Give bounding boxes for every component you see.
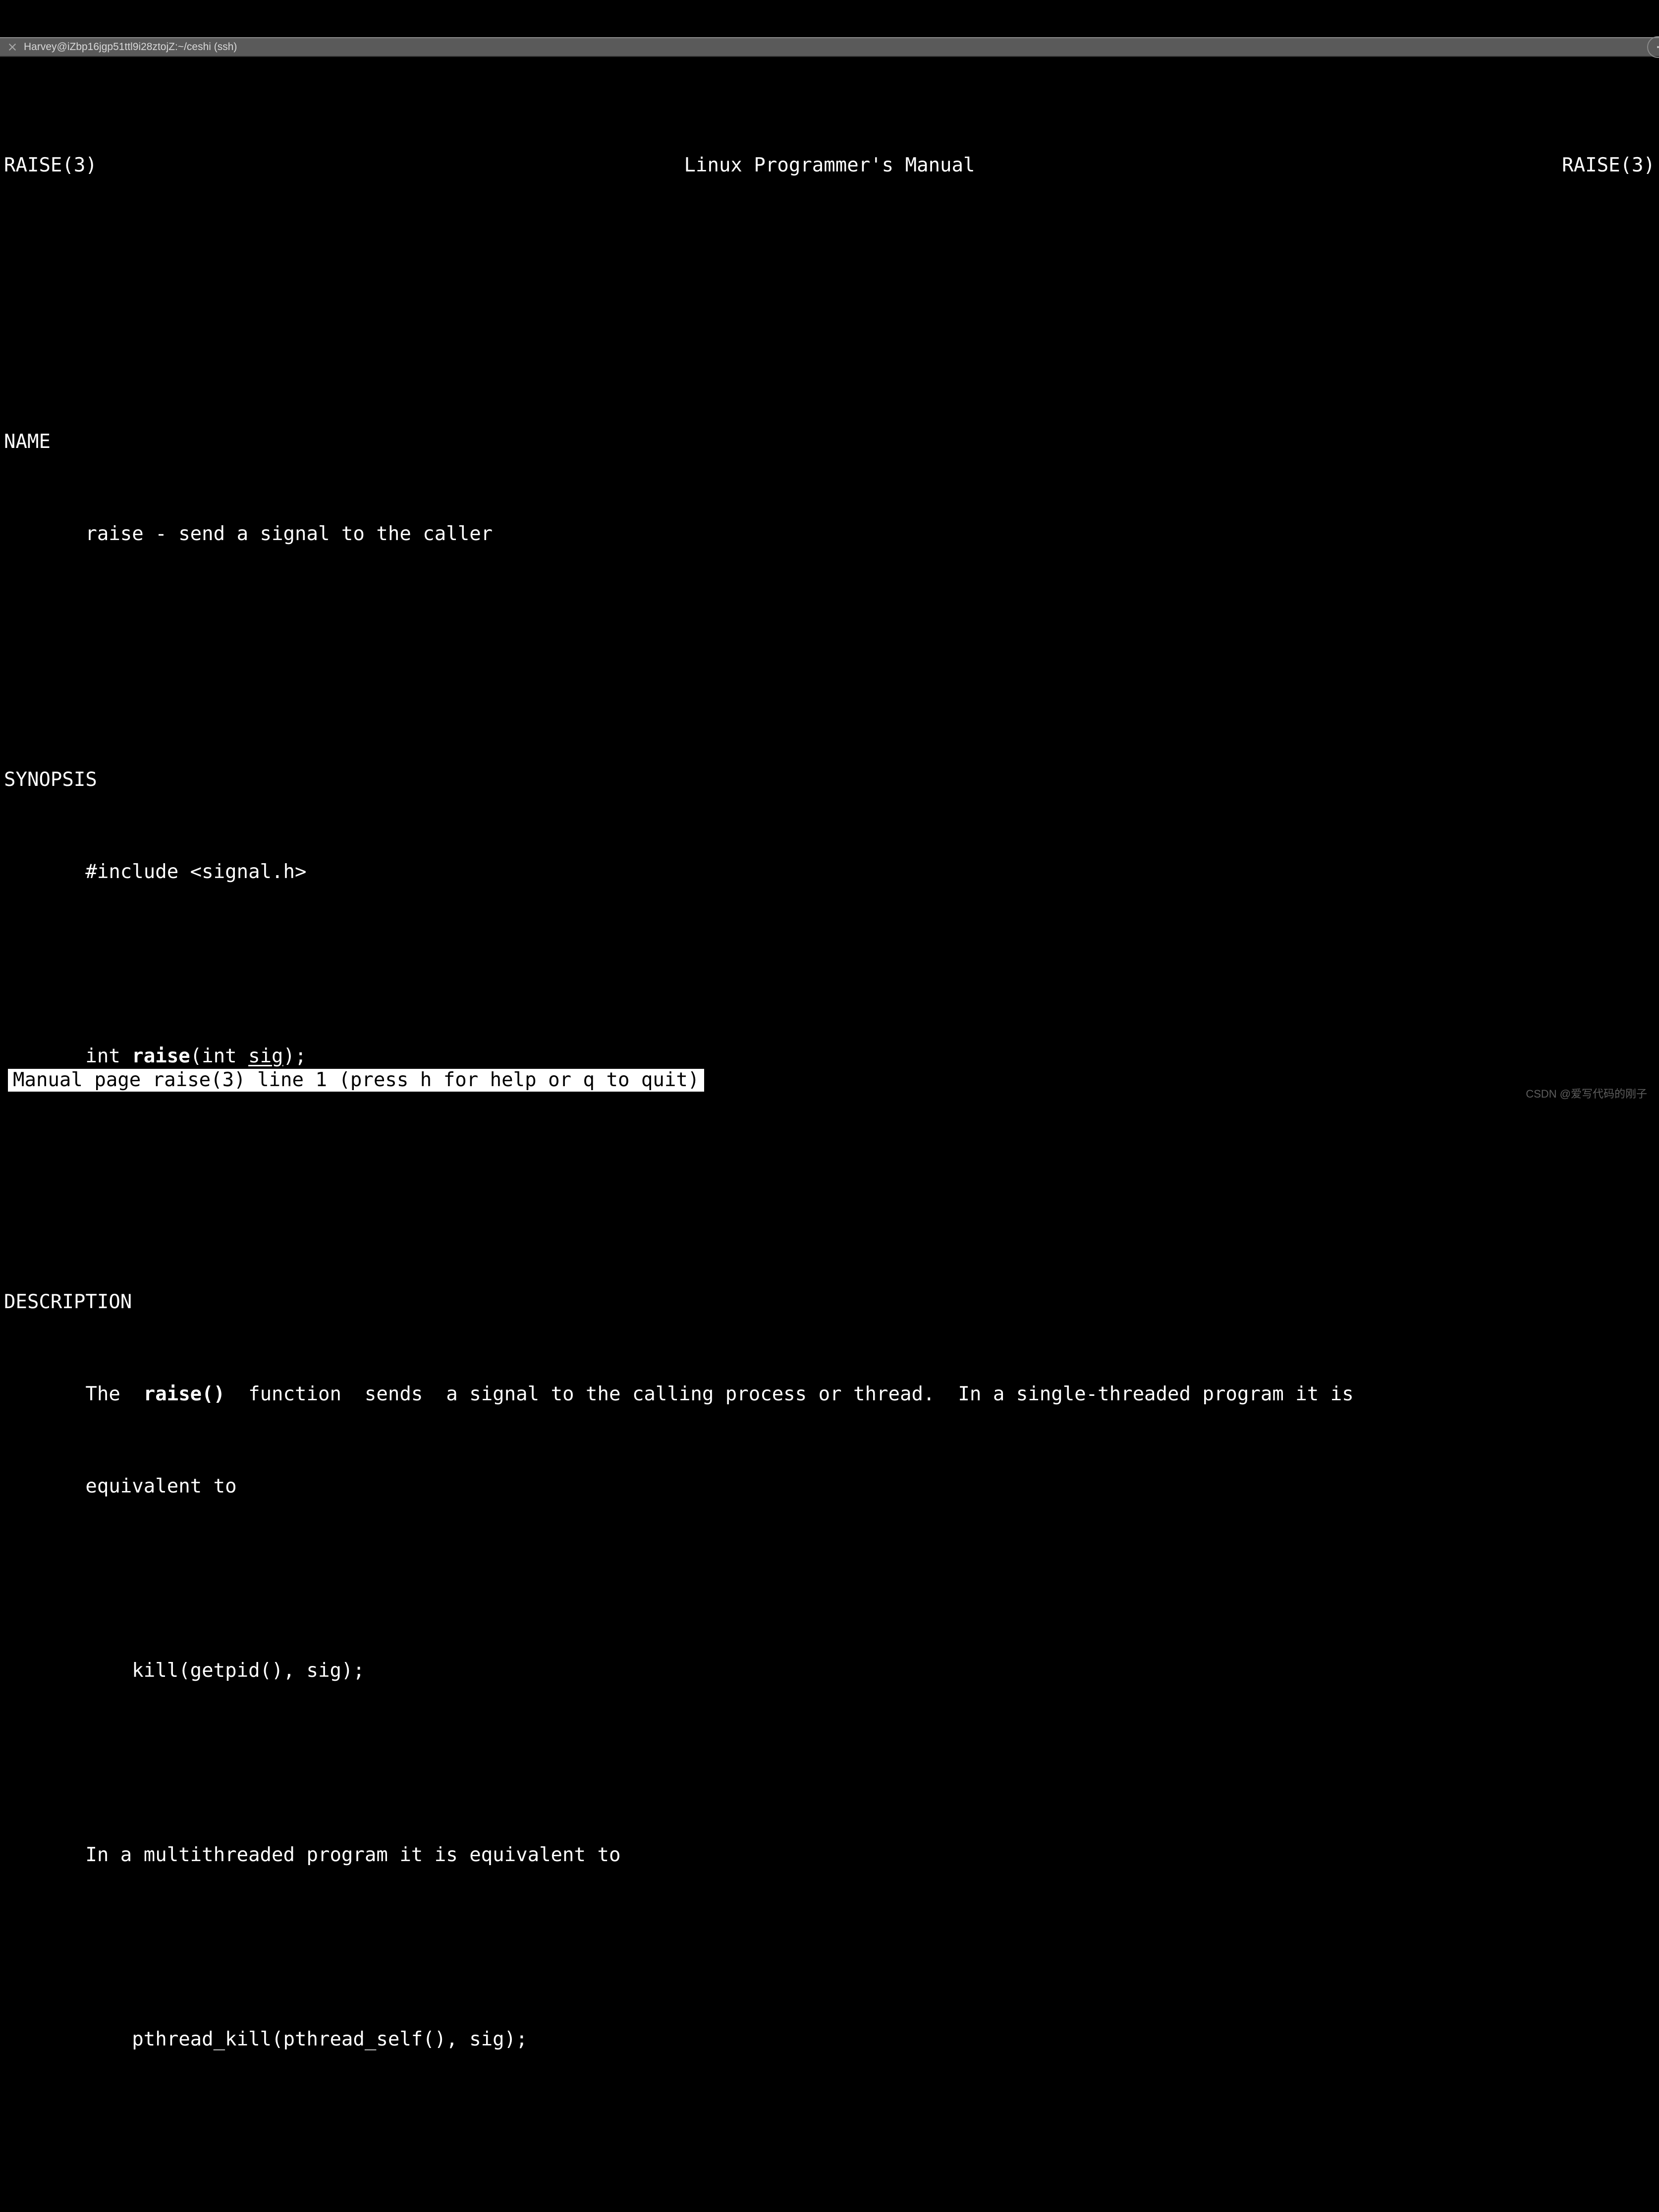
section-line: If the signal causes a handler to be cal…	[0, 2209, 1659, 2212]
manpage-header: RAISE(3) Linux Programmer's Manual RAISE…	[0, 150, 1659, 181]
close-icon[interactable]	[4, 39, 21, 55]
section-line: #include <signal.h>	[0, 857, 1659, 887]
manpage-header-left: RAISE(3)	[4, 150, 97, 181]
section-heading-description: DESCRIPTION	[0, 1287, 1659, 1318]
terminal-content[interactable]: RAISE(3) Linux Programmer's Manual RAISE…	[0, 58, 1659, 1106]
section-line: The raise() function sends a signal to t…	[0, 1379, 1659, 1410]
underline-sig: sig	[248, 1045, 283, 1067]
blank-line	[0, 2116, 1659, 2147]
blank-line	[0, 611, 1659, 642]
blank-line	[0, 273, 1659, 304]
section-line: pthread_kill(pthread_self(), sig);	[0, 2024, 1659, 2055]
synopsis-prototype-line: int raise(int sig);	[0, 1041, 1659, 1072]
bold-raise: raise()	[144, 1383, 225, 1405]
blank-line	[0, 1133, 1659, 1164]
manpage-header-center: Linux Programmer's Manual	[97, 150, 1562, 181]
blank-line	[0, 1748, 1659, 1778]
section-line: kill(getpid(), sig);	[0, 1656, 1659, 1686]
record-icon[interactable]	[1647, 36, 1659, 58]
blank-line	[0, 1563, 1659, 1594]
desktop-background	[0, 0, 1659, 37]
section-heading-name: NAME	[0, 427, 1659, 457]
blank-line	[0, 1932, 1659, 1963]
blank-line	[0, 949, 1659, 980]
bold-raise: raise	[132, 1045, 190, 1067]
pager-status-bar[interactable]: Manual page raise(3) line 1 (press h for…	[8, 1069, 704, 1092]
manpage-header-right: RAISE(3)	[1562, 150, 1655, 181]
section-heading-synopsis: SYNOPSIS	[0, 765, 1659, 795]
csdn-watermark: CSDN @爱写代码的刚子	[1526, 1085, 1647, 1101]
section-line: In a multithreaded program it is equival…	[0, 1840, 1659, 1871]
terminal-titlebar[interactable]: Harvey@iZbp16jgp51ttl9i28ztojZ:~/ceshi (…	[0, 37, 1659, 57]
section-line: raise - send a signal to the caller	[0, 519, 1659, 550]
section-line: equivalent to	[0, 1471, 1659, 1502]
terminal-tab-title: Harvey@iZbp16jgp51ttl9i28ztojZ:~/ceshi (…	[24, 41, 237, 53]
